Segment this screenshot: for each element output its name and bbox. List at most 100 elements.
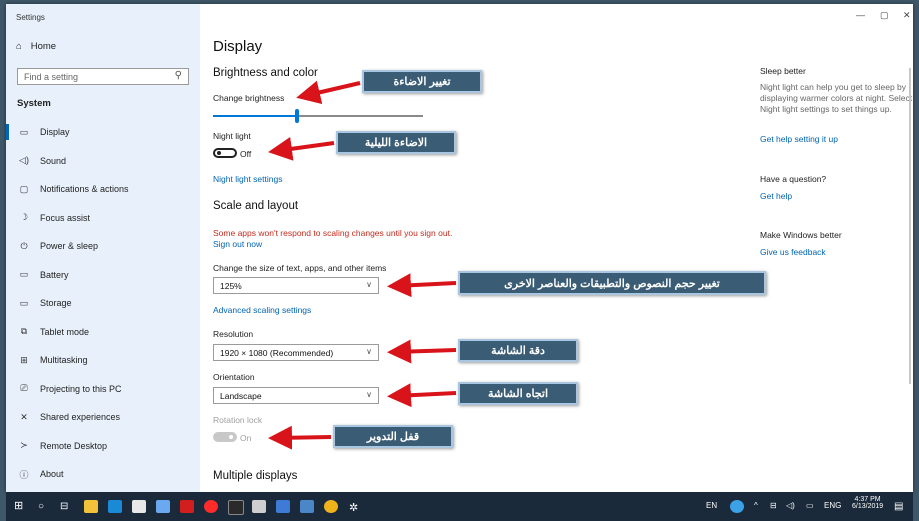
storage-icon: ▭ — [19, 297, 29, 308]
display-tray-icon[interactable]: ▭ — [806, 501, 814, 510]
chevron-down-icon: ∨ — [366, 280, 372, 289]
resolution-value: 1920 × 1080 (Recommended) — [220, 348, 334, 358]
change-size-label: Change the size of text, apps, and other… — [213, 263, 387, 273]
home-icon: ⌂ — [16, 41, 22, 52]
opera-icon[interactable] — [204, 500, 218, 513]
file-explorer-icon[interactable] — [84, 500, 98, 513]
sidebar-item-focus-assist[interactable]: ☽ Focus assist — [6, 207, 200, 229]
get-help-setting-link[interactable]: Get help setting it up — [760, 134, 838, 144]
sidebar-item-sound[interactable]: ◁) Sound — [6, 150, 200, 172]
scale-heading: Scale and layout — [213, 200, 299, 212]
tablet-icon: ⧉ — [20, 326, 28, 336]
sidebar-item-projecting-to-this-pc[interactable]: ⎚ Projecting to this PC — [6, 378, 200, 400]
sidebar-item-remote-desktop[interactable]: ≻ Remote Desktop — [6, 435, 200, 457]
rotation-lock-label: Rotation lock — [213, 415, 263, 425]
volume-icon[interactable]: ◁) — [786, 501, 795, 510]
brightness-slider[interactable] — [213, 109, 423, 123]
scale-warning: Some apps won't respond to scaling chang… — [213, 228, 453, 238]
start-button[interactable]: ⊞ — [14, 500, 26, 512]
scrollbar[interactable] — [909, 68, 911, 384]
share-icon: ✕ — [20, 411, 28, 422]
sidebar-item-label: Storage — [40, 298, 72, 308]
question-heading: Have a question? — [760, 174, 827, 184]
sidebar-item-label: Shared experiences — [40, 412, 121, 422]
rotation-lock-toggle[interactable] — [213, 432, 237, 442]
minimize-button[interactable]: — — [856, 10, 865, 20]
task-view-icon[interactable]: ⊟ — [60, 501, 68, 512]
sidebar-item-storage[interactable]: ▭ Storage — [6, 292, 200, 314]
edge-icon[interactable] — [108, 500, 122, 513]
sidebar-item-display[interactable]: ▭ Display — [6, 121, 200, 143]
brightness-thumb[interactable] — [295, 109, 299, 123]
brightness-fill — [213, 115, 297, 117]
callout-orientation: اتجاه الشاشة — [458, 382, 578, 405]
ime-indicator[interactable]: ENG — [824, 501, 841, 510]
home-link[interactable]: ⌂ Home — [16, 41, 56, 52]
search-icon[interactable]: ○ — [38, 501, 44, 512]
sidebar-item-shared-experiences[interactable]: ✕ Shared experiences — [6, 406, 200, 428]
page-title: Display — [213, 38, 263, 55]
store-icon[interactable] — [132, 500, 146, 513]
orientation-dropdown[interactable]: Landscape ∨ — [213, 387, 379, 404]
info-icon: ⓘ — [19, 469, 29, 480]
monitor-icon: ▭ — [19, 126, 29, 137]
callout-rotation: قفل التدوير — [333, 425, 453, 448]
sidebar-item-label: Display — [40, 127, 70, 137]
input-language[interactable]: EN — [706, 501, 717, 510]
sidebar-item-label: Notifications & actions — [40, 184, 129, 194]
dropbox-icon[interactable] — [156, 500, 170, 513]
sidebar-item-battery[interactable]: ▭ Battery — [6, 264, 200, 286]
maximize-button[interactable]: ▢ — [880, 10, 889, 21]
resolution-label: Resolution — [213, 329, 254, 339]
section-heading: System — [17, 98, 51, 109]
sidebar-item-label: Projecting to this PC — [40, 383, 122, 394]
search-icon: ⚲ — [174, 70, 182, 81]
get-help-link[interactable]: Get help — [760, 191, 792, 201]
app-icon[interactable] — [300, 500, 314, 513]
app-icon[interactable] — [180, 500, 194, 513]
help-tray-icon[interactable] — [730, 500, 744, 513]
sidebar-item-multitasking[interactable]: ⊞ Multitasking — [6, 349, 200, 371]
clock[interactable]: 4:37 PM 6/13/2019 — [852, 496, 883, 510]
feedback-link[interactable]: Give us feedback — [760, 247, 826, 257]
search-input[interactable]: Find a setting ⚲ — [17, 68, 189, 85]
action-center-icon[interactable]: ▤ — [894, 501, 903, 512]
network-icon[interactable]: ⊟ — [770, 501, 777, 510]
moon-icon: ☽ — [19, 212, 29, 222]
rotation-lock-state: On — [240, 433, 252, 443]
sign-out-link[interactable]: Sign out now — [213, 239, 262, 249]
sidebar-item-label: Focus assist — [40, 212, 91, 223]
chevron-up-icon[interactable]: ^ — [754, 501, 758, 510]
sidebar-item-tablet-mode[interactable]: ⧉ Tablet mode — [6, 321, 200, 343]
sidebar-item-power-sleep[interactable]: ⏻ Power & sleep — [6, 235, 200, 257]
search-placeholder: Find a setting — [24, 72, 79, 82]
app-icon[interactable] — [252, 500, 266, 513]
sidebar-item-label: Remote Desktop — [40, 440, 108, 451]
window-title: Settings — [16, 13, 45, 22]
callout-brightness: تغيير الاضاءة — [362, 70, 482, 93]
sidebar-item-notifications-actions[interactable]: ▢ Notifications & actions — [6, 178, 200, 200]
sidebar-item-label: Sound — [40, 155, 67, 166]
orientation-label: Orientation — [213, 372, 255, 382]
home-label: Home — [30, 41, 57, 52]
advanced-scaling-link[interactable]: Advanced scaling settings — [213, 305, 311, 315]
sidebar-item-label: Tablet mode — [40, 326, 90, 337]
sidebar-item-about[interactable]: ⓘ About — [6, 463, 200, 485]
chevron-down-icon: ∨ — [366, 390, 372, 399]
photoshop-icon[interactable] — [228, 500, 244, 515]
callout-scale: تغيير حجم النصوص والتطبيقات والعناصر الا… — [458, 271, 766, 295]
night-light-toggle[interactable] — [213, 148, 237, 158]
night-light-label: Night light — [213, 131, 251, 141]
close-button[interactable]: ✕ — [903, 10, 911, 21]
remote-desktop-icon: ≻ — [20, 440, 28, 450]
brightness-heading: Brightness and color — [213, 67, 318, 79]
scale-dropdown[interactable]: 125% ∨ — [213, 277, 379, 294]
app-icon[interactable] — [276, 500, 290, 513]
settings-gear-icon[interactable]: ✲ — [349, 501, 358, 514]
chevron-down-icon: ∨ — [366, 347, 372, 356]
sidebar-item-label: Power & sleep — [40, 241, 99, 251]
projector-icon: ⎚ — [20, 383, 28, 393]
night-light-settings-link[interactable]: Night light settings — [213, 174, 282, 184]
resolution-dropdown[interactable]: 1920 × 1080 (Recommended) ∨ — [213, 344, 379, 361]
chrome-icon[interactable] — [324, 500, 338, 513]
